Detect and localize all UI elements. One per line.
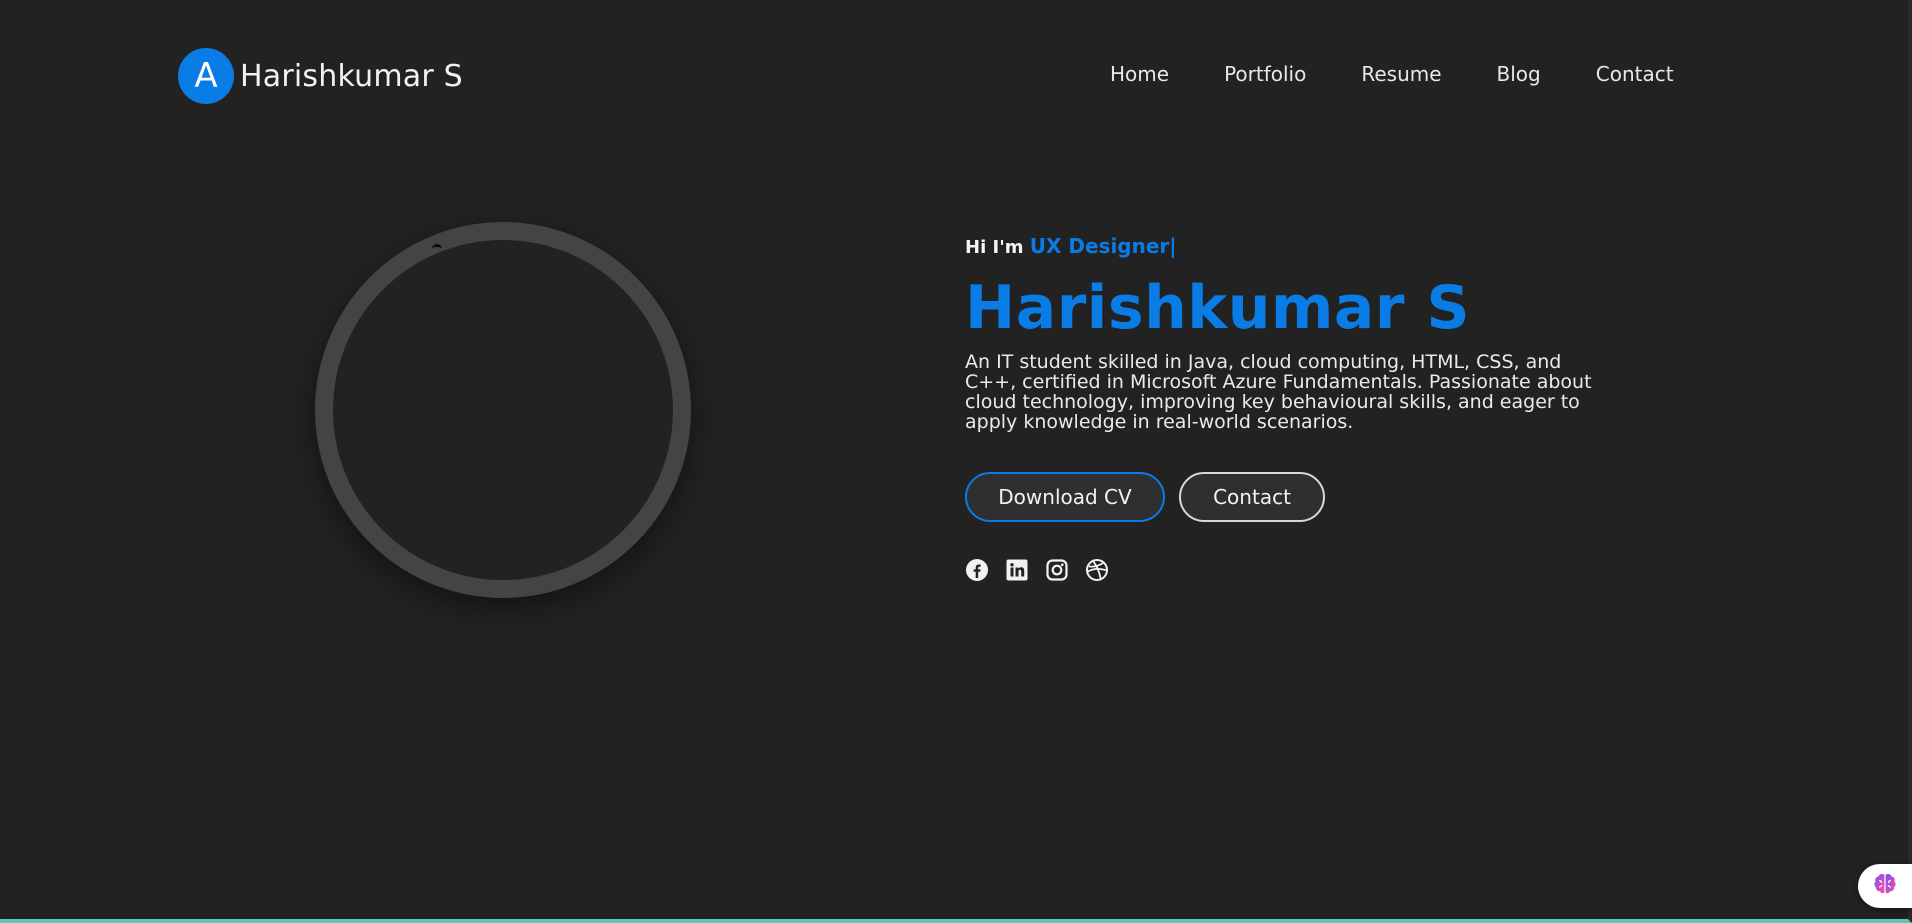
download-cv-button[interactable]: Download CV <box>965 472 1165 522</box>
dribbble-icon[interactable] <box>1085 558 1109 582</box>
hero-greeting: Hi I'm UX Designer| <box>965 234 1615 262</box>
nav-blog[interactable]: Blog <box>1497 62 1541 86</box>
linkedin-icon[interactable] <box>1005 558 1029 582</box>
typing-cursor: | <box>1169 234 1177 258</box>
brand-badge: A <box>178 48 234 104</box>
instagram-icon[interactable] <box>1045 558 1069 582</box>
contact-button[interactable]: Contact <box>1179 472 1325 522</box>
nav-contact[interactable]: Contact <box>1596 62 1674 86</box>
greeting-text: Hi I'm <box>965 237 1024 258</box>
hero-bio: An IT student skilled in Java, cloud com… <box>965 351 1592 433</box>
hero-intro: Hi I'm UX Designer| Harishkumar S An IT … <box>965 234 1615 582</box>
social-links <box>965 558 1615 582</box>
window-frame <box>0 0 1912 923</box>
profile-photo-ring <box>315 222 691 598</box>
main-nav: Home Portfolio Resume Blog Contact <box>1110 62 1674 86</box>
assistant-widget[interactable] <box>1858 864 1912 908</box>
nav-portfolio[interactable]: Portfolio <box>1224 62 1306 86</box>
brain-icon <box>1872 872 1898 900</box>
nav-resume[interactable]: Resume <box>1361 62 1441 86</box>
nav-home[interactable]: Home <box>1110 62 1169 86</box>
typed-role: UX Designer <box>1029 234 1170 258</box>
brand-logo[interactable]: A Harishkumar S <box>178 48 463 104</box>
profile-photo-placeholder <box>432 244 442 253</box>
hero-actions: Download CV Contact <box>965 472 1615 522</box>
facebook-icon[interactable] <box>965 558 989 582</box>
hero-name: Harishkumar S <box>965 273 1471 343</box>
brand-name: Harishkumar S <box>240 58 463 94</box>
